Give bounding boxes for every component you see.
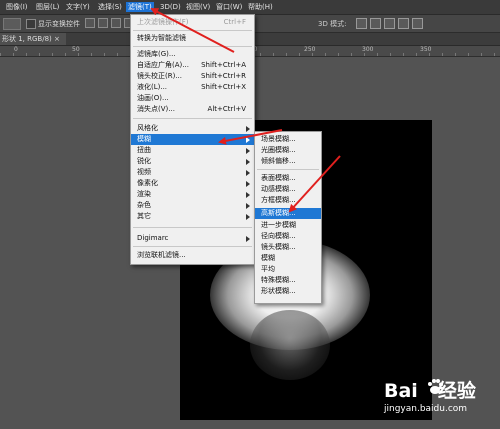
- submenu-arrow-icon: [246, 192, 250, 198]
- submenu-arrow-icon: [246, 126, 250, 132]
- submenu-arrow-icon: [246, 214, 250, 220]
- baidu-paw-icon: [428, 379, 443, 394]
- video-item[interactable]: 视频: [131, 167, 254, 178]
- vanishing-point-item[interactable]: 消失点(V)... Alt+Ctrl+V: [131, 104, 254, 115]
- menu-image[interactable]: 图像(I): [4, 2, 30, 12]
- ruler-mark: 350: [420, 46, 432, 53]
- iris-blur-item[interactable]: 光圈模糊...: [255, 145, 321, 156]
- field-blur-item[interactable]: 场景模糊...: [255, 134, 321, 145]
- convert-smart-filter-item[interactable]: 转换为智能滤镜: [131, 33, 254, 44]
- blur-more-item[interactable]: 进一步模糊: [255, 220, 321, 231]
- last-filter-item[interactable]: 上次滤镜操作(F) Ctrl+F: [131, 17, 254, 28]
- menu-select[interactable]: 选择(S): [96, 2, 124, 12]
- gaussian-blur-item[interactable]: 高斯模糊...: [255, 208, 321, 219]
- lens-blur-item[interactable]: 镜头模糊...: [255, 242, 321, 253]
- menu-separator: [133, 46, 252, 47]
- tilt-shift-item[interactable]: 倾斜偏移...: [255, 156, 321, 167]
- oil-paint-item[interactable]: 油画(O)...: [131, 93, 254, 104]
- submenu-arrow-icon: [246, 236, 250, 242]
- 3d-mode-label: 3D 模式:: [318, 20, 347, 28]
- render-item[interactable]: 渲染: [131, 189, 254, 200]
- ruler-mark: 50: [72, 46, 80, 53]
- blur-submenu: 场景模糊... 光圈模糊... 倾斜偏移... 表面模糊... 动感模糊... …: [254, 131, 322, 304]
- adaptive-wide-angle-item[interactable]: 自适应广角(A)... Shift+Ctrl+A: [131, 60, 254, 71]
- menu-filter[interactable]: 滤镜(T): [126, 2, 154, 12]
- align-top-icon[interactable]: [85, 18, 95, 28]
- 3d-rotate-icon[interactable]: [356, 18, 367, 29]
- blurred-shape-lower: [250, 310, 330, 380]
- ruler-mark: 250: [304, 46, 316, 53]
- filter-gallery-item[interactable]: 滤镜库(G)...: [131, 49, 254, 60]
- blur-item[interactable]: 模糊: [131, 134, 254, 145]
- box-blur-item[interactable]: 方框模糊...: [255, 195, 321, 206]
- digimarc-item[interactable]: Digimarc: [131, 233, 254, 244]
- watermark-url: jingyan.baidu.com: [384, 404, 468, 414]
- submenu-arrow-icon: [246, 159, 250, 165]
- stylize-item[interactable]: 风格化: [131, 123, 254, 134]
- pixelate-item[interactable]: 像素化: [131, 178, 254, 189]
- ruler-mark: 300: [362, 46, 374, 53]
- submenu-arrow-icon: [246, 137, 250, 143]
- submenu-arrow-icon: [246, 181, 250, 187]
- align-bottom-icon[interactable]: [111, 18, 121, 28]
- ruler-mark: 0: [14, 46, 18, 53]
- menu-separator: [133, 227, 252, 228]
- menu-window[interactable]: 窗口(W): [214, 2, 244, 12]
- menu-separator: [133, 30, 252, 31]
- submenu-arrow-icon: [246, 170, 250, 176]
- menu-separator: [133, 118, 252, 119]
- document-tab[interactable]: 形状 1, RGB/8) ×: [0, 33, 66, 45]
- smart-blur-item[interactable]: 特殊模糊...: [255, 275, 321, 286]
- baidu-jingyan-watermark: Bai 经验 jingyan.baidu.com: [384, 372, 496, 424]
- show-transform-controls-checkbox[interactable]: [26, 19, 36, 29]
- 3d-slide-icon[interactable]: [398, 18, 409, 29]
- distort-item[interactable]: 扭曲: [131, 145, 254, 156]
- align-middle-icon[interactable]: [98, 18, 108, 28]
- menu-type[interactable]: 文字(Y): [64, 2, 92, 12]
- menu-view[interactable]: 视图(V): [184, 2, 212, 12]
- 3d-scale-icon[interactable]: [412, 18, 423, 29]
- menubar: 图像(I) 图层(L) 文字(Y) 选择(S) 滤镜(T) 3D(D) 视图(V…: [0, 0, 500, 15]
- blur-item-plain[interactable]: 模糊: [255, 253, 321, 264]
- menu-help[interactable]: 帮助(H): [246, 2, 275, 12]
- liquify-item[interactable]: 液化(L)... Shift+Ctrl+X: [131, 82, 254, 93]
- browse-filters-online-item[interactable]: 浏览联机滤镜...: [131, 250, 254, 261]
- 3d-pan-icon[interactable]: [384, 18, 395, 29]
- average-item[interactable]: 平均: [255, 264, 321, 275]
- menu-layer[interactable]: 图层(L): [34, 2, 61, 12]
- shape-blur-item[interactable]: 形状模糊...: [255, 286, 321, 297]
- motion-blur-item[interactable]: 动感模糊...: [255, 184, 321, 195]
- menu-separator: [133, 246, 252, 247]
- surface-blur-item[interactable]: 表面模糊...: [255, 173, 321, 184]
- show-transform-controls-label: 显示变换控件: [38, 20, 80, 28]
- submenu-arrow-icon: [246, 148, 250, 154]
- filter-menu: 上次滤镜操作(F) Ctrl+F 转换为智能滤镜 滤镜库(G)... 自适应广角(…: [130, 14, 255, 265]
- lens-correction-item[interactable]: 镜头校正(R)... Shift+Ctrl+R: [131, 71, 254, 82]
- submenu-arrow-icon: [246, 203, 250, 209]
- menu-separator: [257, 169, 319, 170]
- noise-item[interactable]: 杂色: [131, 200, 254, 211]
- sharpen-item[interactable]: 锐化: [131, 156, 254, 167]
- menu-3d[interactable]: 3D(D): [158, 2, 183, 12]
- tool-preset-picker[interactable]: [3, 18, 21, 30]
- 3d-roll-icon[interactable]: [370, 18, 381, 29]
- other-item[interactable]: 其它: [131, 211, 254, 222]
- radial-blur-item[interactable]: 径向模糊...: [255, 231, 321, 242]
